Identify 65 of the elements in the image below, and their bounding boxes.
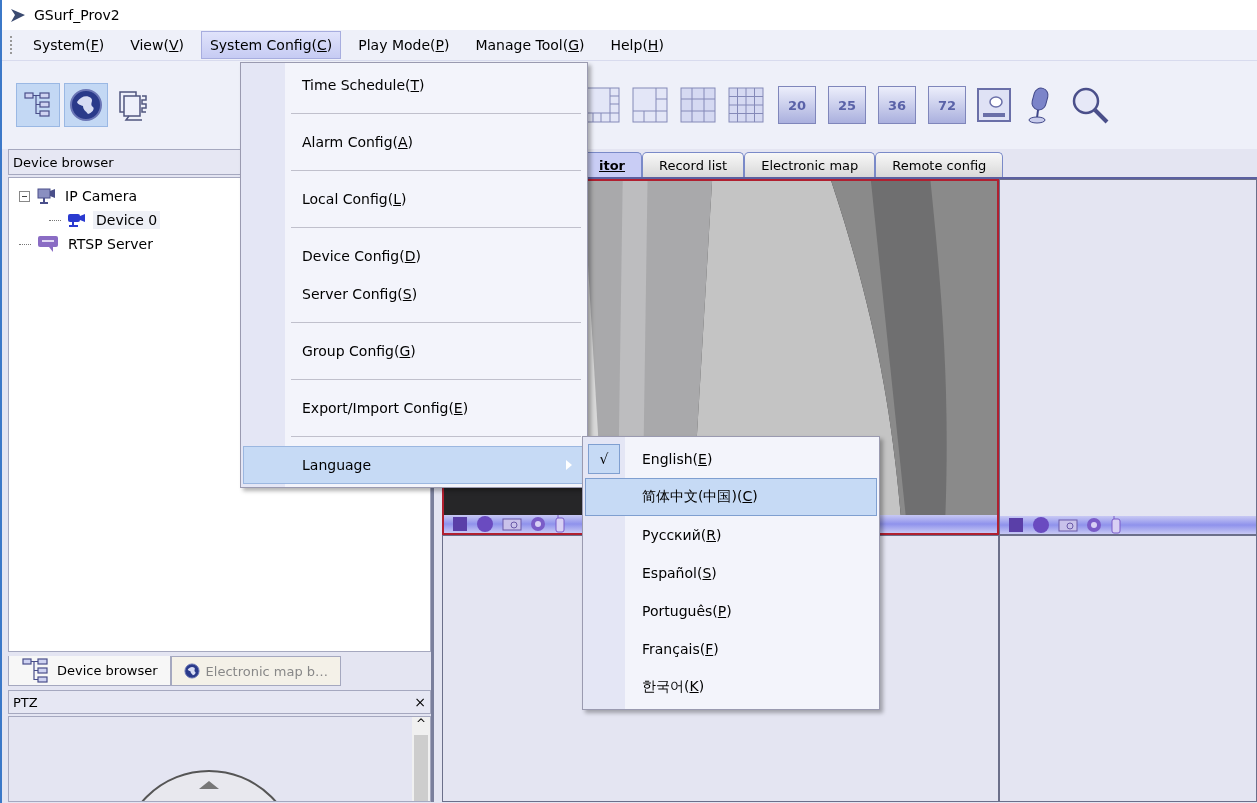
menu-option[interactable]: 한국어(K): [585, 668, 877, 706]
grid-icon: [728, 87, 764, 123]
menu-option[interactable]: Local Config(L): [243, 180, 585, 218]
scroll-up-button[interactable]: ^: [415, 717, 427, 731]
layout-button[interactable]: 72: [928, 86, 966, 124]
camera-icon[interactable]: [1058, 518, 1078, 532]
search-icon: [1070, 85, 1110, 125]
menu-option[interactable]: Device Config(D): [243, 237, 585, 275]
tree-icon: [21, 655, 51, 686]
collapse-icon[interactable]: [19, 190, 30, 202]
camera-icon[interactable]: [502, 517, 522, 531]
app-logo-icon: [10, 7, 26, 23]
menu-option[interactable]: 简体中文(中国)(C): [585, 478, 877, 516]
menu-item[interactable]: View(V): [121, 31, 193, 59]
stop-icon[interactable]: [452, 516, 468, 532]
menu-option[interactable]: Русский(R): [585, 516, 877, 554]
menu-option[interactable]: Language: [243, 446, 585, 484]
speaker-icon[interactable]: [530, 516, 546, 532]
menu-option[interactable]: Server Config(S): [243, 275, 585, 313]
menu-option[interactable]: Français(F): [585, 630, 877, 668]
menu-item[interactable]: Help(H): [601, 31, 673, 59]
toolbar-button[interactable]: [64, 83, 108, 127]
menu-item[interactable]: System Config(C): [200, 31, 342, 59]
globe-icon: [183, 663, 200, 679]
panel-title: PTZ: [13, 694, 38, 710]
record-icon[interactable]: [476, 515, 494, 533]
menu-option[interactable]: √ English(E): [585, 440, 877, 478]
layout-icon: [632, 87, 668, 123]
phone-icon[interactable]: [554, 515, 566, 533]
record-icon[interactable]: [1032, 516, 1050, 534]
video-cell[interactable]: [999, 535, 1257, 802]
tree-icon: [23, 90, 53, 120]
submenu-arrow-icon: [566, 460, 572, 470]
menu-option[interactable]: Español(S): [585, 554, 877, 592]
camera-icon: [67, 212, 87, 228]
scrollbar[interactable]: ^: [412, 717, 430, 801]
menu-item[interactable]: System(F): [24, 31, 114, 59]
menu-option[interactable]: Português(P): [585, 592, 877, 630]
camera-icon: [36, 187, 56, 205]
view-tab[interactable]: Remote config: [875, 152, 1004, 177]
globe-icon: [69, 88, 103, 122]
screen-icon: [976, 87, 1012, 123]
tree-item[interactable]: RTSP Server: [65, 235, 156, 253]
chat-bubble-icon: [37, 235, 59, 253]
menu-item[interactable]: Manage Tool(G): [466, 31, 594, 59]
close-button[interactable]: ×: [414, 694, 426, 710]
menu-item[interactable]: Play Mode(P): [349, 31, 459, 59]
layout-button[interactable]: 25: [828, 86, 866, 124]
speaker-icon[interactable]: [1086, 517, 1102, 533]
menu-option[interactable]: Export/Import Config(E): [243, 389, 585, 427]
panel-tab[interactable]: Device browser: [8, 656, 171, 686]
tree-item[interactable]: IP Camera: [62, 187, 140, 205]
grid-icon: [680, 87, 716, 123]
layout-button[interactable]: 36: [878, 86, 916, 124]
menu-option[interactable]: Time Schedule(T): [243, 66, 585, 104]
window-title: GSurf_Prov2: [34, 7, 120, 23]
check-mark: √: [588, 444, 620, 474]
layout-button[interactable]: 20: [778, 86, 816, 124]
menu-option[interactable]: Group Config(G): [243, 332, 585, 370]
stop-icon[interactable]: [1008, 517, 1024, 533]
video-cell[interactable]: [999, 179, 1257, 535]
tree-item[interactable]: Device 0: [93, 211, 161, 229]
phone-icon[interactable]: [1110, 516, 1122, 534]
view-tab[interactable]: Record list: [642, 152, 745, 177]
view-tab[interactable]: Electronic map: [744, 152, 876, 177]
